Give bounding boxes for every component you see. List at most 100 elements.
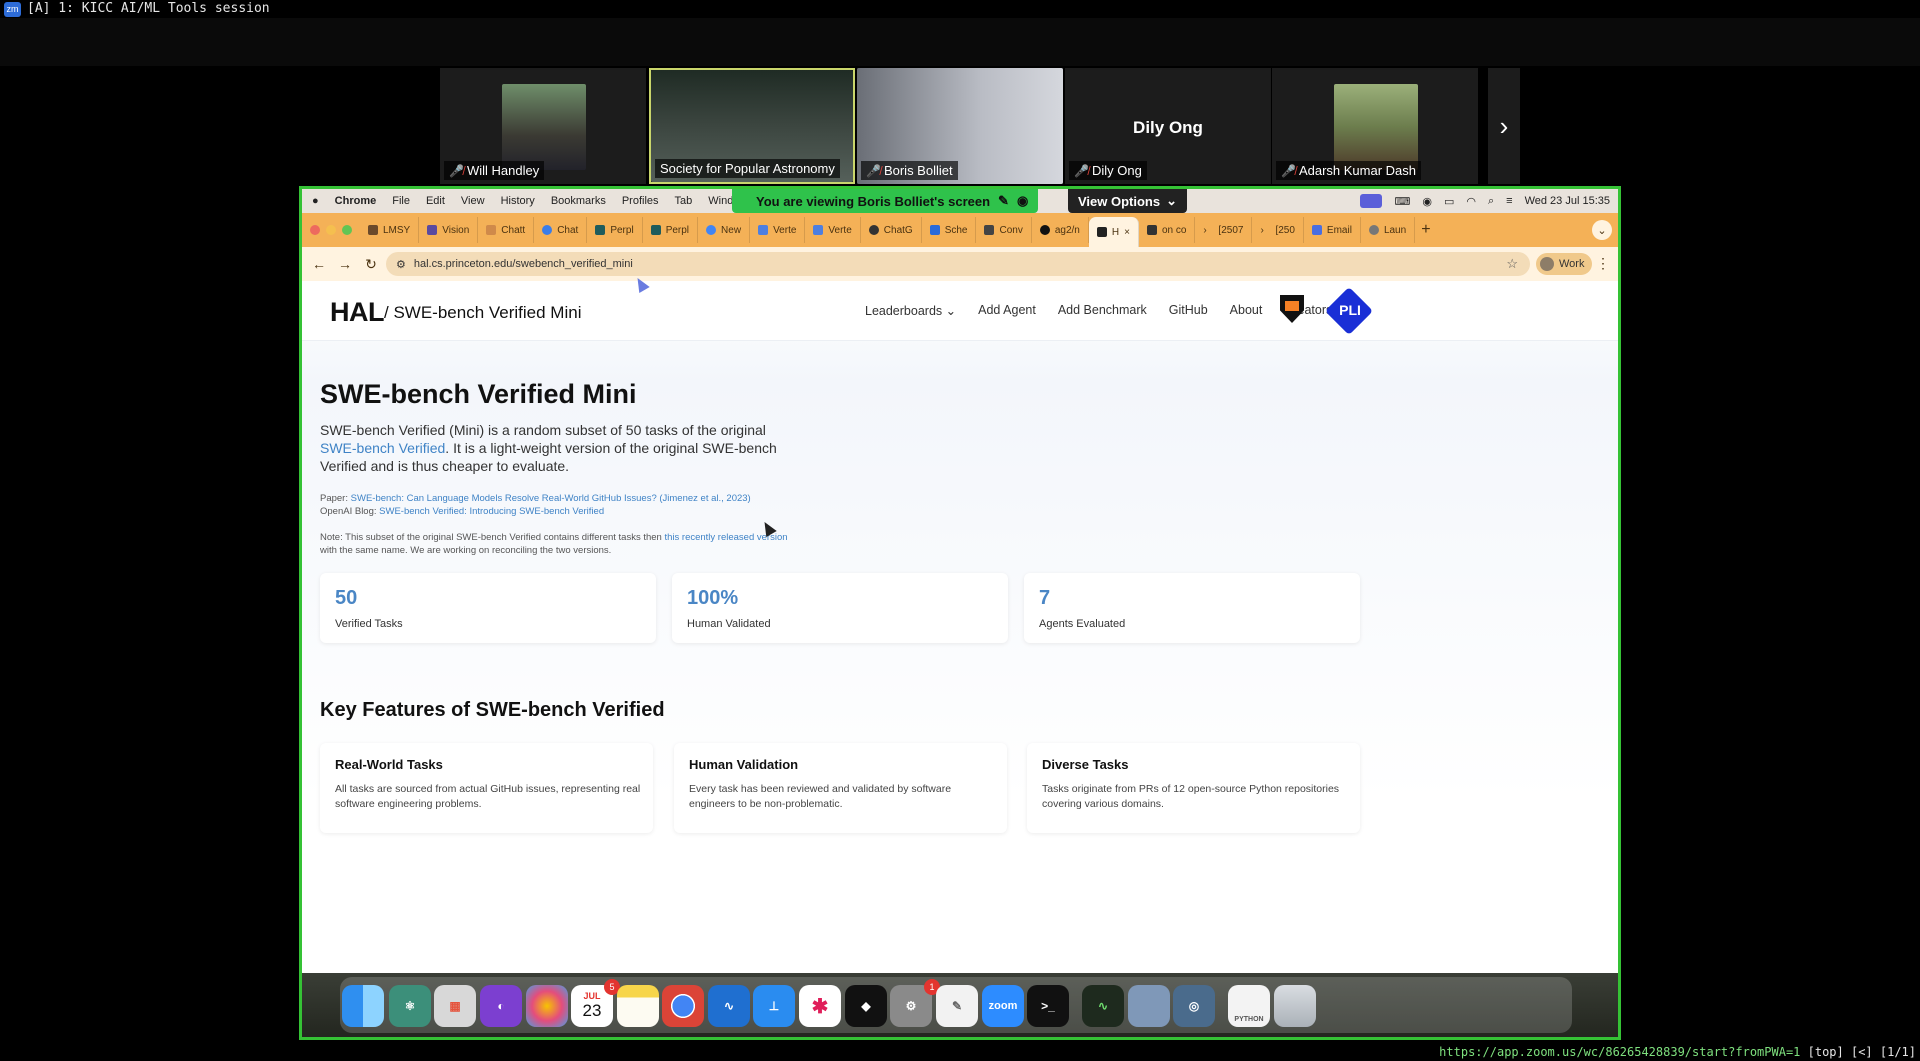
browser-tab[interactable]: Chatt	[478, 217, 535, 243]
photos-icon[interactable]	[526, 985, 568, 1027]
menu-view[interactable]: View	[461, 195, 485, 207]
zoom-icon[interactable]: zoom	[982, 985, 1024, 1027]
address-bar[interactable]: ⚙ hal.cs.princeton.edu/swebench_verified…	[386, 252, 1530, 276]
pointer-icon: ✎	[998, 193, 1009, 208]
swe-bench-verified-link[interactable]: SWE-bench Verified	[320, 440, 445, 456]
wifi-icon[interactable]: ◠	[1466, 195, 1476, 208]
menubar-datetime[interactable]: Wed 23 Jul 15:35	[1525, 195, 1610, 207]
browser-tab[interactable]: Email	[1304, 217, 1361, 243]
favicon-icon	[542, 225, 553, 235]
tab-search-icon[interactable]: ⌄	[1592, 220, 1612, 240]
nav-about[interactable]: About	[1230, 303, 1263, 318]
browser-tab[interactable]: Chat	[534, 217, 588, 243]
stat-label: Verified Tasks	[335, 618, 403, 630]
browser-tab[interactable]: LMSY	[360, 217, 420, 243]
forward-icon[interactable]: →	[332, 256, 358, 272]
battery-icon[interactable]: ▭	[1444, 195, 1454, 208]
browser-tab[interactable]: Vision	[419, 217, 479, 243]
web-page: HAL / SWE-bench Verified Mini Leaderboar…	[302, 281, 1618, 973]
freeform-icon[interactable]: ∿	[708, 985, 750, 1027]
browser-tab[interactable]: on co	[1139, 217, 1196, 243]
profile-button[interactable]: Work	[1536, 253, 1593, 275]
preview-icon[interactable]	[1128, 985, 1170, 1027]
python-file-icon[interactable]: PYTHON	[1228, 985, 1270, 1027]
mic-off-icon: 🎤̸	[449, 163, 464, 178]
minimize-window-icon[interactable]	[326, 225, 336, 235]
back-icon[interactable]: ←	[306, 256, 332, 272]
search-icon[interactable]: ⌕	[1488, 195, 1494, 208]
browser-tab[interactable]: Conv	[976, 217, 1032, 243]
apple-icon[interactable]: ●	[312, 195, 319, 207]
page-description: SWE-bench Verified (Mini) is a random su…	[320, 422, 777, 474]
browser-tab[interactable]: New	[698, 217, 751, 243]
paper-link[interactable]: SWE-bench: Can Language Models Resolve R…	[351, 493, 751, 504]
browser-tab[interactable]: Perpl	[587, 217, 643, 243]
site-logo[interactable]: HAL	[330, 297, 385, 328]
browser-tab-active[interactable]: H ×	[1088, 217, 1139, 247]
browser-tab[interactable]: Sche	[922, 217, 977, 243]
participant-name-label: 🎤̸ Dily Ong	[1069, 161, 1147, 180]
record-icon[interactable]: ◉	[1422, 195, 1432, 208]
reload-icon[interactable]: ↻	[358, 256, 384, 273]
participant-tile-will-handley[interactable]: 🎤̸ Will Handley	[440, 68, 646, 184]
finder-icon[interactable]	[342, 985, 384, 1027]
chevron-right-icon[interactable]: ›	[1488, 68, 1520, 184]
stat-value: 7	[1039, 587, 1051, 609]
keyboard-icon[interactable]: ⌨	[1394, 195, 1410, 208]
menu-chrome[interactable]: Chrome	[335, 195, 377, 207]
view-options-button[interactable]: View Options ⌄	[1068, 189, 1188, 213]
menu-edit[interactable]: Edit	[426, 195, 445, 207]
participant-tile-dily-ong[interactable]: Dily Ong 🎤̸ Dily Ong	[1065, 68, 1271, 184]
browser-tab[interactable]: › [2507	[1195, 217, 1253, 243]
menu-bookmarks[interactable]: Bookmarks	[551, 195, 606, 207]
screen-share-icon[interactable]	[1360, 194, 1383, 208]
close-tab-icon[interactable]: ×	[1124, 227, 1130, 238]
browser-tab[interactable]: ChatG	[861, 217, 922, 243]
quicktime-icon[interactable]: ◎	[1173, 985, 1215, 1027]
control-center-icon[interactable]: ≡	[1506, 195, 1512, 207]
browser-tab[interactable]: Verte	[805, 217, 861, 243]
menu-profiles[interactable]: Profiles	[622, 195, 659, 207]
notes-icon[interactable]	[617, 985, 659, 1027]
chrome-icon[interactable]	[662, 985, 704, 1027]
participant-tile-society-for-popular-astronomy[interactable]: Society for Popular Astronomy	[649, 68, 855, 184]
site-settings-icon[interactable]: ⚙	[396, 258, 406, 271]
github-desktop-icon[interactable]: ◐	[480, 985, 522, 1027]
browser-tab[interactable]: › [250	[1252, 217, 1304, 243]
activity-monitor-icon[interactable]: ∿	[1082, 985, 1124, 1027]
chevron-down-icon: ⌄	[945, 304, 957, 318]
browser-tab[interactable]: ag2/n	[1032, 217, 1089, 243]
participant-tile-adarsh-kumar-dash[interactable]: 🎤̸ Adarsh Kumar Dash	[1272, 68, 1478, 184]
nav-add-benchmark[interactable]: Add Benchmark	[1058, 303, 1147, 318]
profile-label: Work	[1559, 258, 1585, 270]
textedit-icon[interactable]: ✎	[936, 985, 978, 1027]
browser-tab[interactable]: Laun	[1361, 217, 1416, 243]
trash-icon[interactable]	[1274, 985, 1316, 1027]
browser-tab[interactable]: Verte	[750, 217, 806, 243]
more-menu-icon[interactable]: ⋮	[1596, 255, 1610, 272]
keynote-icon[interactable]: ⊥	[753, 985, 795, 1027]
favicon-icon	[1096, 227, 1107, 237]
close-window-icon[interactable]	[310, 225, 320, 235]
atom-app-icon[interactable]: ⚛	[389, 985, 431, 1027]
maximize-window-icon[interactable]	[342, 225, 352, 235]
bookmark-star-icon[interactable]: ☆	[1506, 256, 1518, 272]
nav-add-agent[interactable]: Add Agent	[978, 303, 1036, 318]
menu-file[interactable]: File	[392, 195, 410, 207]
cube-app-icon[interactable]: ◆	[845, 985, 887, 1027]
participant-tile-boris-bolliet[interactable]: 🎤̸ Boris Bolliet	[857, 68, 1063, 184]
princeton-shield-logo[interactable]	[1280, 295, 1304, 323]
new-tab-icon[interactable]: +	[1421, 221, 1430, 239]
menu-history[interactable]: History	[501, 195, 535, 207]
nav-leaderboards[interactable]: Leaderboards ⌄	[865, 303, 956, 318]
slack-icon[interactable]: ✱	[799, 985, 841, 1027]
participant-strip: 🎤̸ Will Handley Society for Popular Astro…	[0, 66, 1920, 186]
nav-github[interactable]: GitHub	[1169, 303, 1208, 318]
browser-tab[interactable]: Perpl	[643, 217, 699, 243]
terminal-icon[interactable]: >_	[1027, 985, 1069, 1027]
pli-logo-text: PLI	[1339, 302, 1361, 318]
launchpad-icon[interactable]: ▦	[434, 985, 476, 1027]
menu-tab[interactable]: Tab	[675, 195, 693, 207]
blog-link[interactable]: SWE-bench Verified: Introducing SWE-benc…	[379, 506, 604, 517]
feature-card-diverse-tasks: Diverse Tasks Tasks originate from PRs o…	[1027, 743, 1360, 833]
